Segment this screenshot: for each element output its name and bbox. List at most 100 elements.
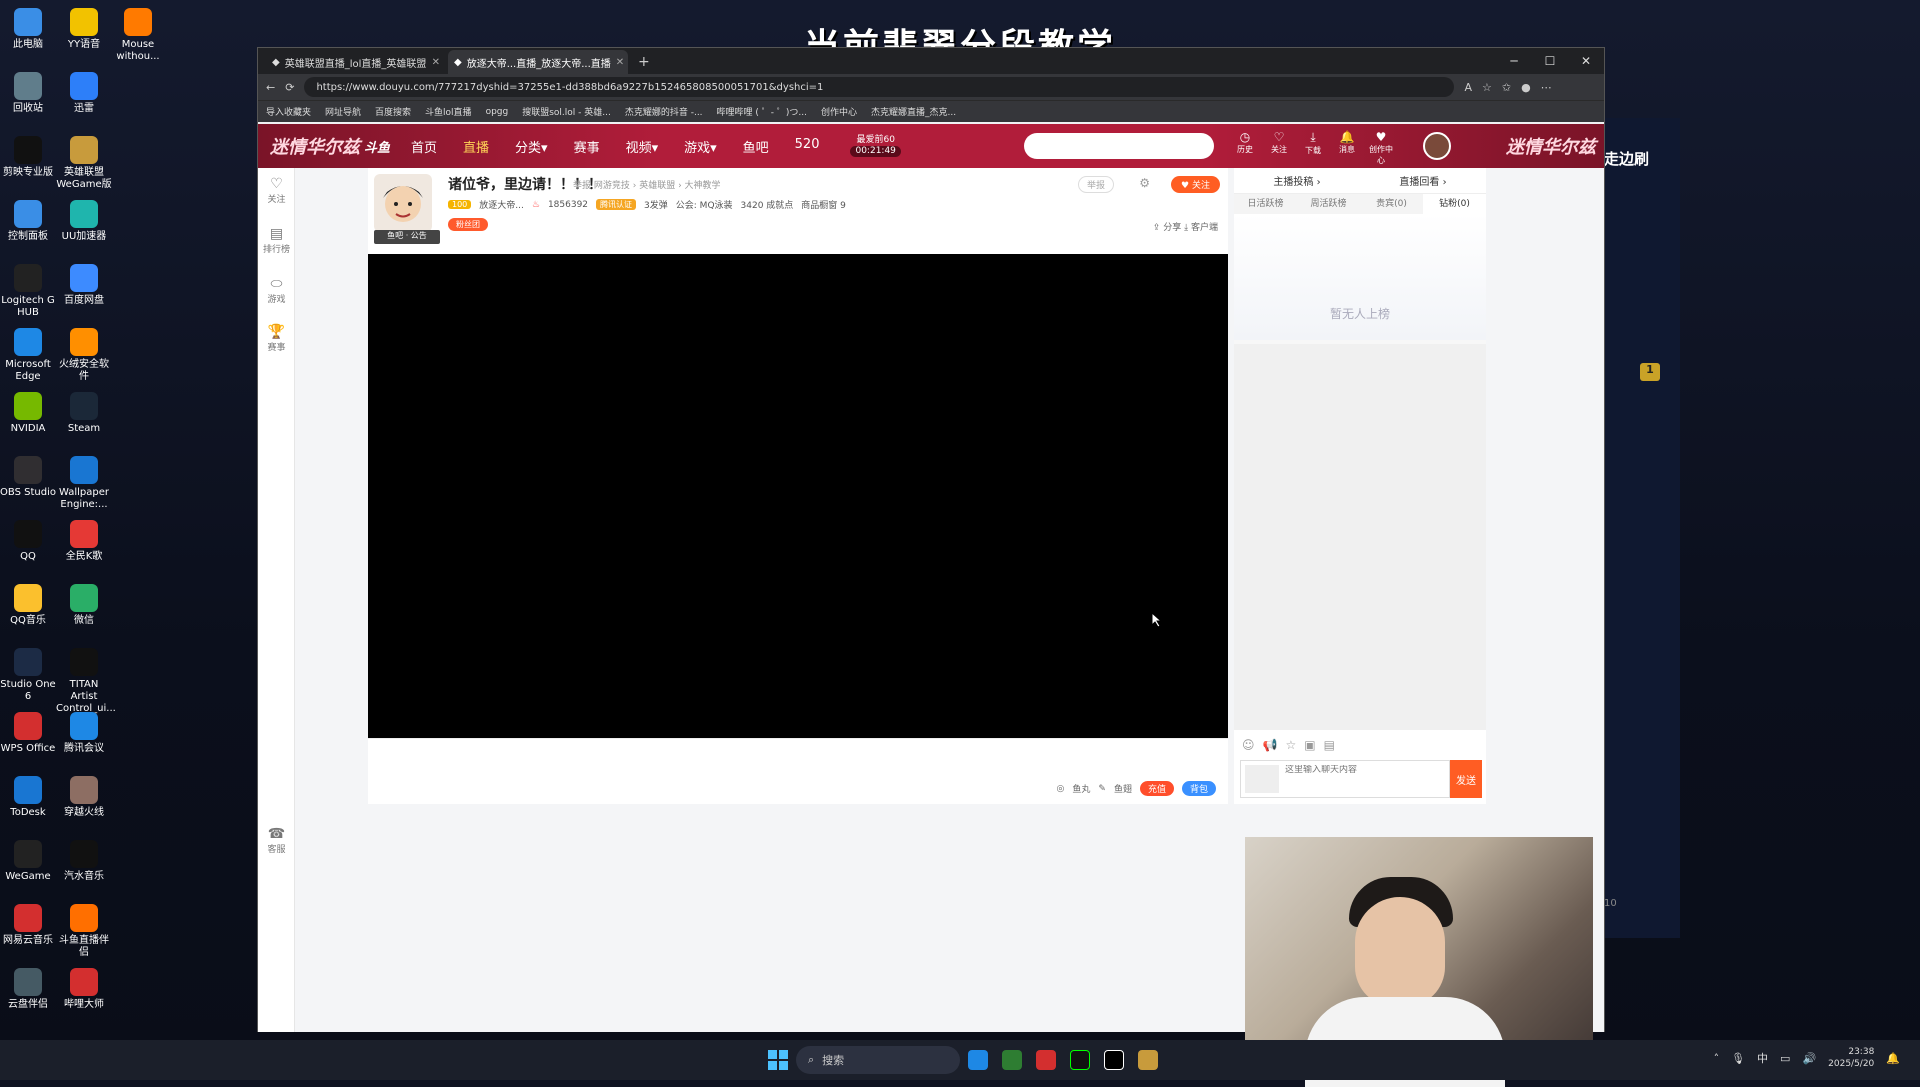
browser-tab-lol[interactable]: ◆ 英雄联盟直播_lol直播_英雄联盟 ✕ [266,50,446,74]
tab-daily-rank[interactable]: 日活跃榜 [1234,194,1297,214]
desktop-icon[interactable]: 云盘伴侣 [0,962,56,1011]
close-tab-icon[interactable]: ✕ [616,57,624,68]
desktop-icon[interactable]: 此电脑 [0,2,56,51]
ime-indicator[interactable]: 中 [1757,1050,1768,1066]
notification-bell-icon[interactable]: 🔔 [1886,1052,1900,1065]
settings-gear-icon[interactable]: ⚙ [1139,176,1150,190]
desktop-icon[interactable]: 网易云音乐 [0,898,56,947]
desktop-icon[interactable]: Logitech G HUB [0,258,56,319]
image-icon[interactable]: ▣ [1304,738,1315,752]
header-icon-item[interactable]: ♡ 关注 [1267,130,1291,166]
nav-item[interactable]: 520 [782,137,833,156]
megaphone-icon[interactable]: 📢 [1263,738,1278,752]
desktop-icon[interactable]: YY语音 [56,2,112,51]
desktop-icon[interactable]: 迅雷 [56,66,112,115]
shop-window[interactable]: 商品橱窗 9 [801,198,846,211]
url-field[interactable]: https://www.douyu.com/777217dyshid=37255… [304,77,1455,97]
desktop-icon[interactable]: 哔哩大师 [56,962,112,1011]
follow-button[interactable]: ♥ 关注 [1171,176,1220,193]
star-icon[interactable]: ☆ [1285,738,1296,752]
more-icon[interactable]: ⋯ [1541,81,1552,94]
tab-weekly-rank[interactable]: 周活跃榜 [1297,194,1360,214]
user-avatar[interactable] [1423,132,1451,160]
desktop-icon[interactable]: 英雄联盟WeGame版 [56,130,112,191]
header-icon-item[interactable]: ◷ 历史 [1233,130,1257,166]
site-logo[interactable]: 迷情华尔兹 斗鱼 [258,124,398,168]
desktop-icon[interactable]: UU加速器 [56,194,112,243]
report-button[interactable]: 举报 [1077,176,1114,193]
desktop-icon[interactable]: 火绒安全软件 [56,322,112,383]
browser-tab-room[interactable]: ◆ 放逐大帝...直播_放逐大帝...直播 ✕ [448,50,628,74]
volume-icon[interactable]: 🔊 [1802,1052,1816,1065]
nav-item[interactable]: 赛事 [561,137,613,156]
desktop-icon[interactable]: 百度网盘 [56,258,112,307]
send-button[interactable]: 发送 [1450,760,1482,798]
app2-taskbar-icon[interactable] [1036,1050,1056,1070]
desktop-icon[interactable]: 汽水音乐 [56,834,112,883]
start-icon[interactable] [768,1050,788,1070]
lol-taskbar-icon[interactable] [1138,1050,1158,1070]
bookmark-item[interactable]: 杰克耀娜直播_杰克... [871,105,956,118]
bookmark-item[interactable]: 百度搜索 [375,105,411,118]
nav-item[interactable]: 游戏▾ [671,137,730,156]
minimize-icon[interactable]: ─ [1496,48,1532,74]
taskbar-search[interactable]: ⌕ 搜索 [796,1046,960,1074]
desktop-icon[interactable]: 斗鱼直播伴侣 [56,898,112,959]
video-player[interactable] [368,254,1228,738]
nav-item[interactable]: 直播 [450,137,502,156]
leftbar-item[interactable]: ☎ 客服 [258,826,295,855]
fan-badge-icon[interactable] [1245,765,1279,793]
site-search-input[interactable] [1024,133,1214,159]
bookmark-item[interactable]: 搜联盟sol.lol - 英雄... [522,105,611,118]
desktop-icon[interactable]: TITAN Artist Control_ui... [56,642,116,715]
leftbar-item[interactable]: ♡ 关注 [258,176,295,205]
bookmark-item[interactable]: 杰克耀娜的抖音 -... [625,105,703,118]
category-path[interactable]: 网游竞技 › 英雄联盟 › 大神教学 [594,181,721,191]
edge-taskbar-icon[interactable] [968,1050,988,1070]
desktop-icon[interactable]: 穿越火线 [56,770,112,819]
back-icon[interactable]: ← [266,81,275,94]
desktop-icon[interactable]: 全民K歌 [56,514,112,563]
header-icon-item[interactable]: ⤓ 下载 [1301,130,1325,166]
clock[interactable]: 23:38 2025/5/20 [1828,1046,1874,1070]
desktop-icon[interactable]: QQ音乐 [0,578,56,627]
desktop-icon[interactable]: 回收站 [0,66,56,115]
bookmark-item[interactable]: 导入收藏夹 [266,105,311,118]
desktop-icon[interactable]: Microsoft Edge [0,322,56,383]
profile-icon[interactable]: ● [1521,81,1531,94]
header-icon-item[interactable]: 🔔 消息 [1335,130,1359,166]
anchor-tag[interactable]: 鱼吧 · 公告 [374,230,440,244]
collections-icon[interactable]: ✩ [1502,81,1511,94]
anchor-avatar[interactable] [374,174,432,232]
tab-vip[interactable]: 贵宾(0) [1360,194,1423,214]
desktop-icon[interactable]: 微信 [56,578,112,627]
bookmark-item[interactable]: 哔哩哔哩 ( ゜- ゜)つ... [717,105,807,118]
nav-item[interactable]: 视频▾ [613,137,672,156]
favorite-icon[interactable]: ☆ [1482,81,1492,94]
desktop-icon[interactable]: WPS Office [0,706,56,755]
desktop-icon[interactable]: 剪映专业版 [0,130,56,179]
bag-button[interactable]: 背包 [1181,781,1216,796]
recharge-button[interactable]: 充值 [1139,781,1174,796]
report-link[interactable]: 举报 [573,181,591,191]
desktop-icon[interactable]: Steam [56,386,112,435]
close-window-icon[interactable]: ✕ [1568,48,1604,74]
header-icon-item[interactable]: ♥ 创作中心 [1369,130,1393,166]
mic-icon[interactable]: 🎙 [1731,1052,1745,1065]
maximize-icon[interactable]: ☐ [1532,48,1568,74]
bookmark-item[interactable]: 斗鱼lol直播 [425,105,472,118]
emoji-icon[interactable]: ☺ [1242,738,1255,752]
desktop-icon[interactable]: 控制面板 [0,194,56,243]
desktop-icon[interactable]: QQ [0,514,56,563]
bookmark-item[interactable]: opgg [486,107,509,117]
close-tab-icon[interactable]: ✕ [432,57,440,68]
replay-link[interactable]: 直播回看 › [1399,173,1446,188]
app4-taskbar-icon[interactable] [1104,1050,1124,1070]
new-tab-button[interactable]: + [630,54,658,74]
client-button[interactable]: 客户端 [1191,223,1218,233]
desktop-icon[interactable]: WeGame [0,834,56,883]
tab-diamond-fans[interactable]: 钻粉(0) [1423,194,1486,214]
nav-item[interactable]: 鱼吧 [730,137,782,156]
bookmark-item[interactable]: 网址导航 [325,105,361,118]
fan-club-button[interactable]: 粉丝团 [448,218,488,231]
